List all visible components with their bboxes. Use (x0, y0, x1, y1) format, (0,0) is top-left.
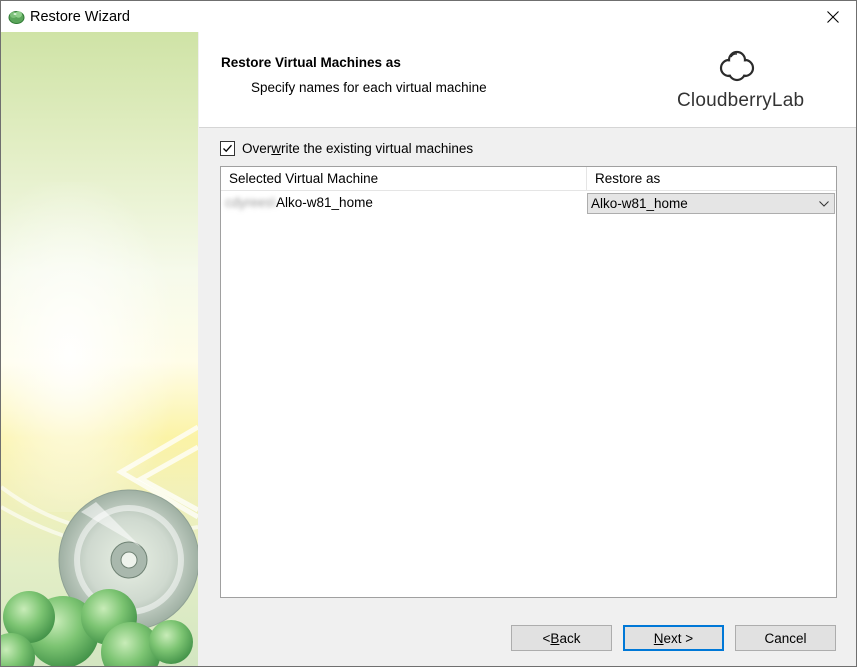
window-title: Restore Wizard (30, 9, 130, 25)
back-button[interactable]: < Back (511, 625, 612, 651)
close-icon (827, 10, 839, 23)
button-label-part: ext > (663, 630, 694, 646)
checkmark-icon (223, 144, 232, 152)
label-part: rite the existing virtual machines (281, 140, 474, 156)
button-accelerator: B (550, 630, 560, 646)
logo-text: CloudberryLab (677, 90, 805, 111)
cloudberry-app-icon (8, 11, 25, 24)
next-button[interactable]: Next > (623, 625, 724, 651)
wizard-header: Restore Virtual Machines as Specify name… (199, 32, 856, 128)
cancel-button[interactable]: Cancel (735, 625, 836, 651)
grid-header: Selected Virtual Machine Restore as (221, 167, 836, 191)
checkbox-box[interactable] (220, 140, 235, 156)
overwrite-existing-checkbox[interactable]: Overwrite the existing virtual machines (220, 139, 473, 157)
restore-as-dropdown[interactable]: Alko-w81_home (587, 193, 835, 214)
page-subtitle: Specify names for each virtual machine (251, 80, 487, 95)
overwrite-existing-label: Overwrite the existing virtual machines (242, 141, 473, 156)
vm-restore-grid: Selected Virtual Machine Restore as cdyr… (220, 166, 837, 598)
label-part: Over (242, 140, 272, 156)
button-label-part: ack (559, 630, 581, 646)
title-bar: Restore Wizard (1, 1, 856, 32)
cloudberry-logo: CloudberryLab (677, 48, 805, 118)
close-button[interactable] (810, 1, 856, 32)
vm-host-prefix: cdyrees\ (225, 195, 277, 210)
restore-as-value: Alko-w81_home (591, 196, 688, 211)
column-header-restore-as[interactable]: Restore as (587, 167, 836, 190)
column-header-selected-vm[interactable]: Selected Virtual Machine (221, 167, 587, 190)
label-accelerator: w (271, 140, 282, 156)
dropdown-button[interactable] (814, 194, 834, 213)
wizard-side-banner (1, 32, 198, 666)
cloud-icon (719, 50, 755, 82)
button-accelerator: N (653, 630, 664, 646)
vm-name: Alko-w81_home (276, 195, 373, 210)
button-label-part: < (542, 630, 551, 646)
page-title: Restore Virtual Machines as (221, 55, 401, 70)
chevron-down-icon (819, 200, 829, 207)
banner-artwork (1, 182, 198, 666)
selected-vm-cell: cdyrees\Alko-w81_home (225, 191, 373, 215)
table-row[interactable]: cdyrees\Alko-w81_home Alko-w81_home (221, 191, 836, 215)
restore-wizard-window: Restore Wizard Restore Virtual Machines … (0, 0, 857, 667)
